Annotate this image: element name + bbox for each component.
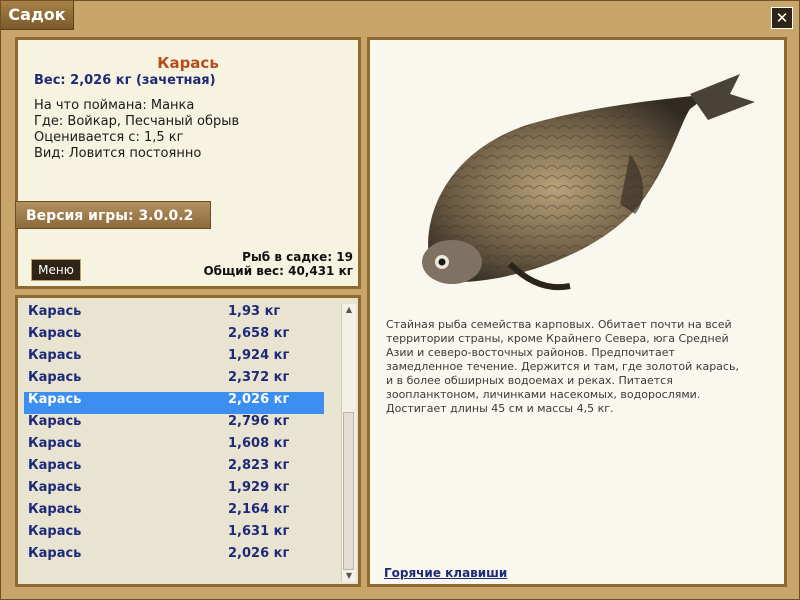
list-item-weight: 1,929 кг <box>228 480 290 495</box>
fish-count: Рыб в садке: 19 <box>242 250 353 264</box>
list-item-name: Карась <box>28 458 82 473</box>
menu-button[interactable]: Меню <box>31 259 81 281</box>
list-item-weight: 1,608 кг <box>228 436 290 451</box>
list-item-name: Карась <box>28 326 82 341</box>
list-item-weight: 2,026 кг <box>228 546 290 561</box>
arrow-down-icon[interactable]: ▼ <box>342 570 356 582</box>
list-item-name: Карась <box>28 370 82 385</box>
list-item[interactable]: Карась 2,658 кг <box>24 326 324 348</box>
hotkeys-link[interactable]: Горячие клавиши <box>384 566 507 580</box>
list-item-weight: 2,164 кг <box>228 502 290 517</box>
fish-description: Стайная рыба семейства карповых. Обитает… <box>386 318 739 415</box>
scrollbar[interactable]: ▲ ▼ <box>341 304 356 582</box>
fish-description-panel: Стайная рыба семейства карповых. Обитает… <box>367 37 787 587</box>
list-item[interactable]: Карась 2,372 кг <box>24 370 324 392</box>
list-item-weight: 2,372 кг <box>228 370 290 385</box>
list-item[interactable]: Карась 2,796 кг <box>24 414 324 436</box>
close-icon[interactable]: ✕ <box>771 7 793 29</box>
window-title: Садок <box>1 1 74 30</box>
list-item[interactable]: Карась 2,823 кг <box>24 458 324 480</box>
keepnet-window: Садок ✕ Карась Вес: 2,026 кг (зачетная) … <box>0 0 800 600</box>
list-item-weight: 2,823 кг <box>228 458 290 473</box>
list-item-name: Карась <box>28 414 82 429</box>
list-item[interactable]: Карась 2,026 кг <box>24 546 324 568</box>
list-item[interactable]: Карась 1,631 кг <box>24 524 324 546</box>
arrow-up-icon[interactable]: ▲ <box>342 304 356 316</box>
list-item[interactable]: Карась 1,608 кг <box>24 436 324 458</box>
total-weight: Общий вес: 40,431 кг <box>203 264 353 278</box>
list-item-weight: 2,796 кг <box>228 414 290 429</box>
list-item-name: Карась <box>28 546 82 561</box>
list-item-name: Карась <box>28 502 82 517</box>
list-item-name: Карась <box>28 348 82 363</box>
list-item-name: Карась <box>28 392 82 407</box>
list-item-name: Карась <box>28 304 82 319</box>
list-item[interactable]: Карась 1,929 кг <box>24 480 324 502</box>
list-item-weight: 1,631 кг <box>228 524 290 539</box>
fish-image <box>422 74 755 291</box>
list-item[interactable]: Карась 2,026 кг <box>24 392 324 414</box>
list-item-weight: 1,93 кг <box>228 304 281 319</box>
list-item-name: Карась <box>28 480 82 495</box>
list-item-name: Карась <box>28 436 82 451</box>
keepnet-stats: Рыб в садке: 19 Общий вес: 40,431 кг <box>203 250 353 278</box>
list-item-weight: 2,026 кг <box>228 392 290 407</box>
list-item[interactable]: Карась 1,93 кг <box>24 304 324 326</box>
list-item-weight: 1,924 кг <box>228 348 290 363</box>
catch-list: Карась 1,93 кг Карась 2,658 кг Карась 1,924 к… <box>15 295 361 587</box>
list-item-name: Карась <box>28 524 82 539</box>
list-item[interactable]: Карась 2,164 кг <box>24 502 324 524</box>
list-item[interactable]: Карась 1,924 кг <box>24 348 324 370</box>
info-overlay: Рыб в садке: 19 Общий вес: 40,431 кг <box>15 37 361 289</box>
list-item-weight: 2,658 кг <box>228 326 290 341</box>
scroll-thumb[interactable] <box>343 412 354 570</box>
